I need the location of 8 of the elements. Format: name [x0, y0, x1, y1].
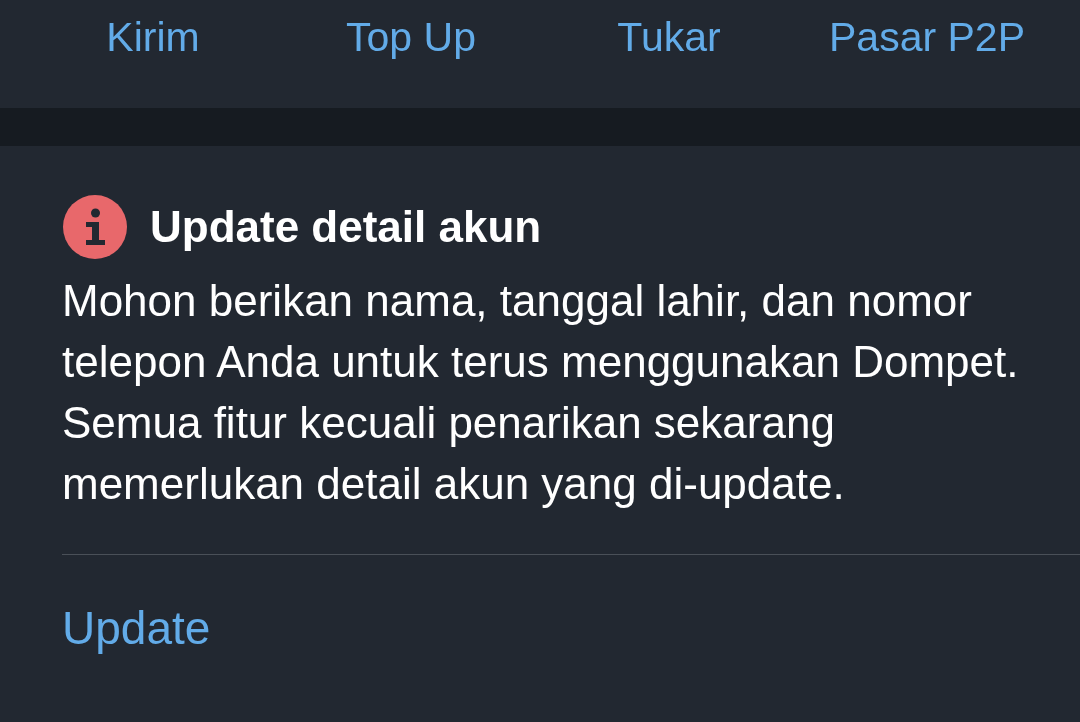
action-tab[interactable]: Kirim	[106, 12, 200, 64]
update-link[interactable]: Update	[62, 602, 211, 654]
action-tab[interactable]: Pasar P2P	[829, 12, 1025, 64]
action-tab[interactable]: Top Up	[346, 12, 476, 64]
action-tab[interactable]: Tukar	[617, 12, 721, 64]
notice-message: Mohon berikan nama, tanggal lahir, dan nomor telepon Anda untuk terus menggunakan Dompet. Semua fitur kecuali penarikan sekarang memerlukan detail akun yang di-update.	[62, 275, 1020, 510]
info-icon	[62, 194, 128, 260]
notice-title: Update detail akun	[150, 205, 542, 249]
